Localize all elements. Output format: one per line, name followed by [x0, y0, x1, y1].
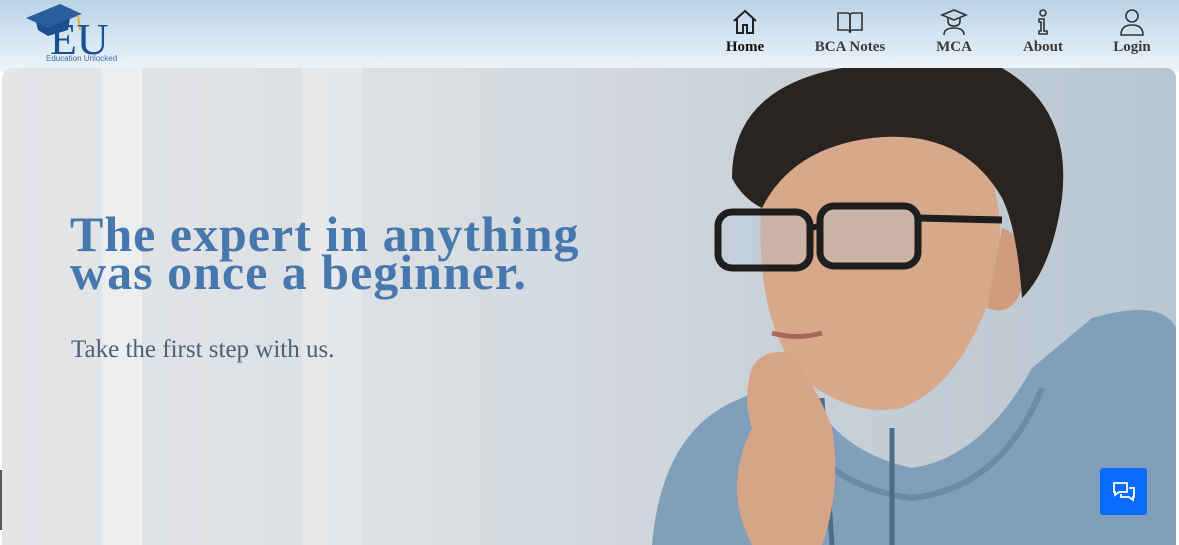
nav-label-login: Login	[1113, 39, 1151, 55]
home-icon	[733, 9, 757, 34]
hero-subheadline: Take the first step with us.	[71, 336, 335, 363]
info-icon	[1038, 9, 1048, 35]
site-header: EU Education Unlocked Home BCA Notes MCA…	[0, 0, 1179, 72]
nav-label-mca: MCA	[936, 39, 972, 55]
graduation-cap-logo-mark: EU	[26, 4, 109, 58]
book-icon	[837, 12, 863, 34]
window-edge	[0, 470, 2, 530]
graduate-icon	[940, 9, 968, 36]
background-blur-shape	[102, 68, 142, 545]
logo-tagline: Education Unlocked	[46, 54, 118, 63]
hero-banner: The expert in anything was once a beginn…	[2, 68, 1176, 545]
background-blur-shape	[502, 68, 592, 545]
nav-item-login[interactable]: Login	[1108, 8, 1156, 58]
nav-label-about: About	[1022, 39, 1063, 55]
nav-item-home[interactable]: Home	[718, 8, 772, 58]
nav-label-home: Home	[725, 39, 765, 55]
hero-headline-line-2: was once a beginner.	[70, 244, 528, 300]
nav-item-about[interactable]: About	[1018, 8, 1068, 58]
svg-text:EU: EU	[50, 15, 109, 58]
nav-label-bca-notes: BCA Notes	[814, 39, 886, 55]
nav-item-bca-notes[interactable]: BCA Notes	[810, 8, 890, 58]
background-blur-shape	[302, 68, 362, 545]
hero-headline: The expert in anything was once a beginn…	[70, 209, 580, 300]
site-logo[interactable]: EU Education Unlocked	[24, 0, 134, 66]
nav-item-mca[interactable]: MCA	[930, 8, 978, 58]
hero-student-photo	[652, 68, 1176, 545]
user-icon	[1120, 9, 1144, 36]
chat-button[interactable]	[1100, 468, 1147, 515]
chat-icon	[1112, 481, 1135, 502]
